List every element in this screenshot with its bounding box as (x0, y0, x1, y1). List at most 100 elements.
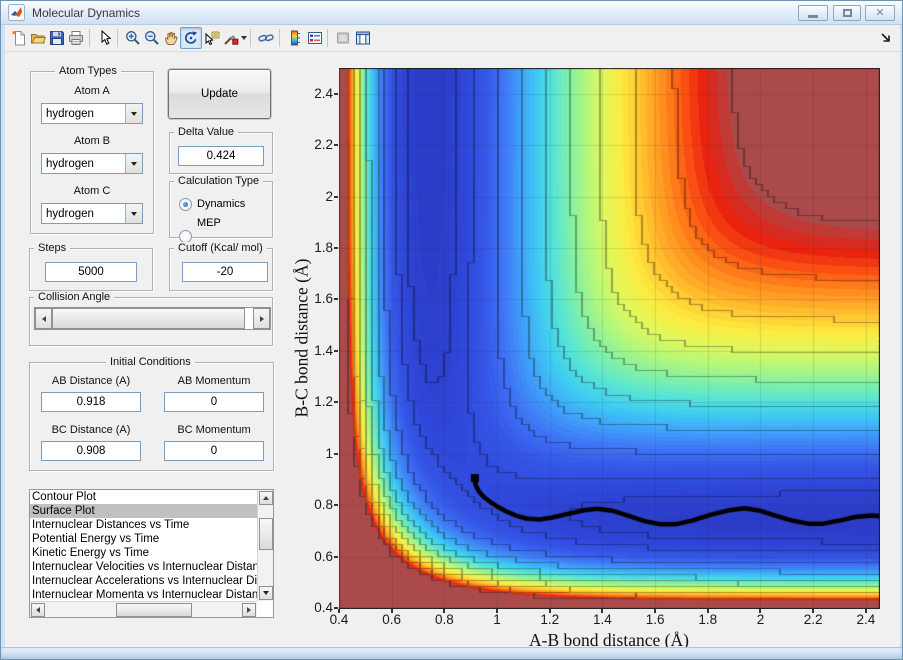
brush-menu-caret[interactable] (241, 36, 247, 40)
title-bar: Molecular Dynamics ✕ (1, 1, 902, 25)
atom-b-select[interactable]: hydrogen (41, 153, 143, 174)
pan-button[interactable] (160, 27, 182, 49)
x-tick-label: 1.6 (645, 612, 665, 627)
chevron-down-icon (131, 211, 137, 216)
atom-a-dropdown-button[interactable] (125, 104, 142, 123)
atom-a-select[interactable]: hydrogen (41, 103, 143, 124)
chevron-down-icon (131, 161, 137, 166)
window-title: Molecular Dynamics (32, 6, 141, 20)
hide-plot-tools-button[interactable] (332, 27, 354, 49)
scroll-right-button[interactable] (242, 603, 256, 617)
dock-figure-arrow-icon[interactable] (879, 31, 893, 45)
list-item[interactable]: Potential Energy vs Time (30, 532, 257, 546)
cutoff-input[interactable] (182, 262, 268, 282)
atom-c-select[interactable]: hydrogen (41, 203, 143, 224)
slider-thumb[interactable] (52, 308, 245, 329)
plot-type-list: Contour Plot Surface Plot Internuclear Dis… (30, 490, 257, 601)
y-tick-mark (334, 607, 338, 609)
atom-c-label: Atom C (73, 185, 111, 197)
y-tick-mark (334, 452, 338, 455)
list-item[interactable]: Contour Plot (30, 490, 257, 504)
contour-canvas[interactable] (339, 68, 880, 609)
slider-right-arrow-button[interactable] (253, 308, 270, 329)
cutoff-title: Cutoff (Kcal/ mol) (174, 242, 267, 254)
steps-input[interactable] (45, 262, 137, 282)
delta-value-title: Delta Value (174, 126, 239, 138)
x-tick-label: 0.6 (382, 612, 402, 627)
scroll-up-button[interactable] (259, 491, 273, 505)
list-item[interactable]: Kinetic Energy vs Time (30, 546, 257, 560)
y-tick-label: 2.2 (314, 137, 333, 153)
scroll-down-button[interactable] (259, 586, 273, 600)
scroll-left-button[interactable] (31, 603, 45, 617)
x-tick-mark (759, 609, 762, 613)
plot-type-listbox[interactable]: Contour Plot Surface Plot Internuclear Dis… (29, 489, 274, 618)
hide-plot-tools-icon (337, 32, 349, 44)
toolbar-separator (250, 29, 251, 47)
atom-b-value: hydrogen (46, 157, 94, 170)
calculation-type-title: Calculation Type (174, 175, 264, 187)
brush-button[interactable] (220, 27, 242, 49)
y-axis-label: B-C bond distance (Å) (291, 258, 312, 418)
listbox-vertical-scrollbar[interactable] (257, 490, 273, 601)
slider-left-arrow-button[interactable] (35, 308, 52, 329)
y-tick-mark (334, 349, 338, 352)
legend-icon (308, 32, 322, 44)
insert-colorbar-button[interactable] (284, 27, 306, 49)
x-tick-label: 2 (756, 612, 765, 627)
atom-b-dropdown-button[interactable] (125, 154, 142, 173)
dynamics-radio-label: Dynamics (197, 198, 246, 210)
bc-momentum-input[interactable] (164, 441, 264, 461)
print-button[interactable] (65, 27, 87, 49)
atom-c-dropdown-button[interactable] (125, 204, 142, 223)
x-tick-label: 0.8 (434, 612, 454, 627)
insert-legend-button[interactable] (304, 27, 326, 49)
data-cursor-icon (205, 31, 220, 46)
toolbar-separator (279, 29, 280, 47)
toolbar-separator (117, 29, 118, 47)
edit-plot-button[interactable] (94, 27, 116, 49)
show-plot-tools-button[interactable] (352, 27, 374, 49)
rotate-3d-button[interactable] (180, 27, 202, 49)
delta-value-input[interactable] (178, 146, 264, 166)
update-button[interactable]: Update (168, 69, 271, 119)
x-tick-mark (390, 609, 393, 613)
y-tick-label: 2.4 (314, 85, 333, 101)
ab-distance-input[interactable] (41, 392, 141, 412)
matlab-app-icon (8, 4, 25, 21)
rotate-3d-icon (185, 31, 198, 44)
link-plot-button[interactable] (255, 27, 277, 49)
pan-hand-icon (165, 31, 178, 45)
atom-c-value: hydrogen (46, 207, 94, 220)
list-item[interactable]: Internuclear Momenta vs Internuclear Dis… (30, 588, 257, 601)
minimize-icon (808, 14, 818, 18)
ab-distance-label: AB Distance (A) (51, 375, 131, 387)
list-item[interactable]: Internuclear Distances vs Time (30, 518, 257, 532)
open-folder-icon (31, 34, 46, 44)
list-item[interactable]: Surface Plot (30, 504, 257, 518)
ab-momentum-input[interactable] (164, 392, 264, 412)
minimize-button[interactable] (798, 5, 828, 21)
app-window: Molecular Dynamics ✕ Atom Types Atom A h… (0, 0, 903, 660)
y-tick-label: 2 (325, 188, 333, 204)
collision-angle-slider[interactable] (34, 307, 271, 330)
bc-distance-input[interactable] (41, 441, 141, 461)
show-plot-tools-icon (356, 31, 371, 45)
x-tick-mark (338, 609, 340, 613)
restore-button[interactable] (833, 5, 861, 21)
dynamics-radio[interactable] (179, 198, 192, 211)
arrow-right-icon (247, 607, 251, 613)
close-button[interactable]: ✕ (865, 5, 895, 21)
x-tick-label: 1.4 (593, 612, 612, 627)
list-item[interactable]: Internuclear Accelerations vs Internucle… (30, 574, 257, 588)
list-item[interactable]: Internuclear Velocities vs Internuclear … (30, 560, 257, 574)
toolbar-separator (327, 29, 328, 47)
ab-momentum-label: AB Momentum (177, 375, 251, 387)
plot-area[interactable] (339, 68, 880, 609)
vscroll-thumb[interactable] (259, 518, 273, 550)
y-tick-mark (334, 401, 338, 404)
chevron-down-icon (131, 111, 137, 116)
listbox-horizontal-scrollbar[interactable] (30, 601, 257, 617)
figure-toolbar (5, 25, 900, 52)
hscroll-thumb[interactable] (116, 603, 192, 617)
